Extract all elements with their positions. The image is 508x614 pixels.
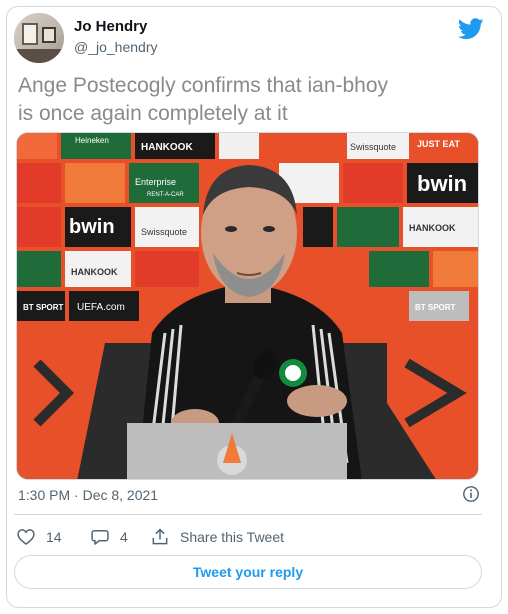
tweet-text: Ange Postecogly confirms that ian-bhoy i… [18, 72, 478, 128]
author-handle[interactable]: @_jo_hendry [74, 39, 158, 55]
tweet-text-line-2: is once again completely at it [18, 102, 288, 125]
tweet-text-line-1: Ange Postecogly confirms that ian-bhoy [18, 74, 389, 97]
divider [14, 514, 482, 515]
svg-text:HANKOOK: HANKOOK [409, 223, 456, 233]
svg-text:Heineken: Heineken [75, 136, 109, 145]
svg-text:bwin: bwin [69, 216, 115, 238]
press-conference-photo: Heineken HANKOOK Swissquote JUST EAT Ent… [17, 133, 478, 479]
svg-text:BT SPORT: BT SPORT [23, 303, 64, 312]
svg-text:bwin: bwin [417, 171, 467, 196]
share-button[interactable]: Share this Tweet [150, 526, 284, 548]
tweet-timestamp[interactable]: 1:30 PM · Dec 8, 2021 [18, 487, 158, 503]
reply-bubble-icon [91, 530, 109, 545]
svg-text:HANKOOK: HANKOOK [71, 267, 118, 277]
heart-icon [17, 529, 35, 546]
share-icon [152, 528, 168, 545]
svg-text:UEFA.com: UEFA.com [77, 302, 125, 313]
svg-text:RENT-A-CAR: RENT-A-CAR [147, 192, 184, 198]
avatar[interactable] [14, 13, 64, 63]
svg-text:BT SPORT: BT SPORT [415, 303, 456, 312]
tweet-your-reply-button[interactable]: Tweet your reply [14, 555, 482, 589]
svg-text:JUST EAT: JUST EAT [417, 139, 460, 149]
info-icon[interactable] [462, 485, 480, 503]
svg-text:Enterprise: Enterprise [135, 177, 176, 187]
author-name[interactable]: Jo Hendry [74, 18, 147, 35]
like-button[interactable]: 14 [16, 526, 62, 548]
svg-text:Swissquote: Swissquote [350, 142, 396, 152]
svg-text:Swissquote: Swissquote [141, 227, 187, 237]
tweet-photo[interactable]: Heineken HANKOOK Swissquote JUST EAT Ent… [16, 132, 479, 480]
reply-button[interactable]: 4 [90, 526, 128, 548]
share-label: Share this Tweet [180, 529, 285, 545]
reply-count: 4 [120, 529, 128, 545]
like-count: 14 [46, 529, 62, 545]
svg-text:HANKOOK: HANKOOK [141, 142, 193, 153]
twitter-bird-icon[interactable] [458, 18, 484, 40]
